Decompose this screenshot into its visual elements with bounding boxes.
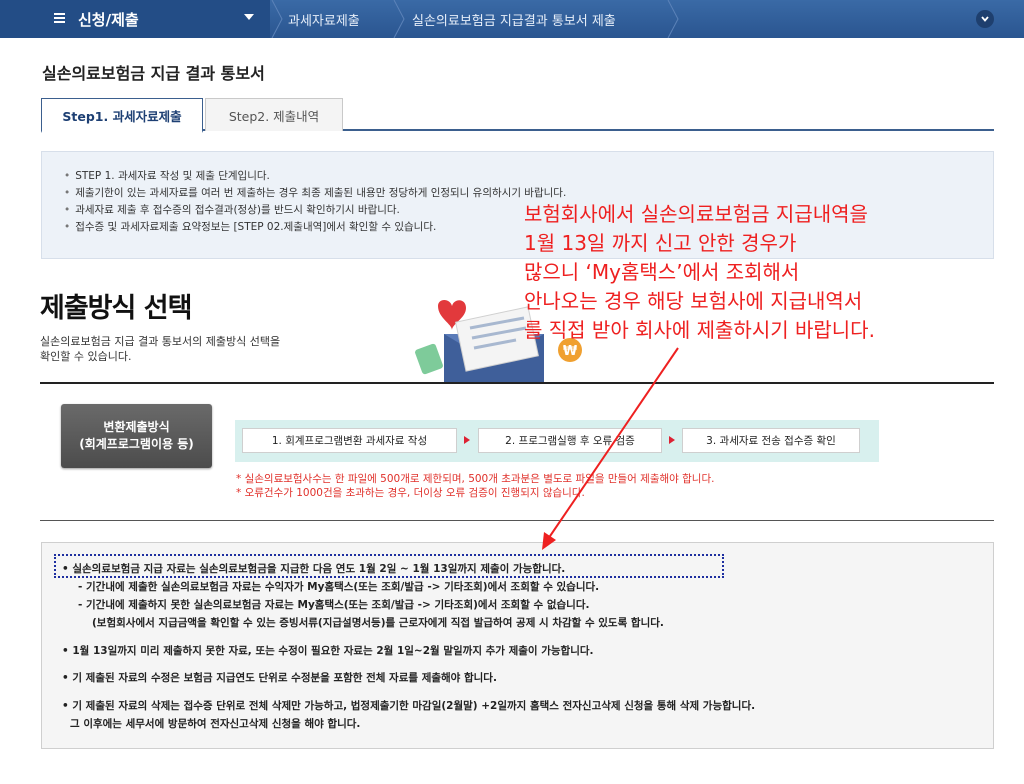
hamburger-icon [54, 13, 65, 24]
notice-line: • 기 제출된 자료의 수정은 보험금 지급연도 단위로 수정분을 포함한 전체… [62, 672, 497, 684]
breadcrumb-separator-icon [271, 0, 283, 38]
annotation-line: 보험회사에서 실손의료보험금 지급내역을 [524, 202, 868, 226]
conversion-submit-label: 변환제출방식 [103, 420, 170, 434]
section-description-line: 확인할 수 있습니다. [40, 350, 132, 363]
step-1: 1. 회계프로그램변환 과세자료 작성 [242, 428, 457, 453]
notice-line: - 기간내에 제출하지 못한 실손의료보험금 자료는 My홈택스(또는 조회/발… [78, 599, 590, 611]
tab-step1[interactable]: Step1. 과세자료제출 [41, 98, 203, 133]
annotation-line: 많으니 ‘My홈택스’에서 조회해서 [524, 260, 800, 284]
menu-title: 신청/제출 [78, 10, 139, 29]
breadcrumb-separator-icon [393, 0, 405, 38]
step-3: 3. 과세자료 전송 접수증 확인 [682, 428, 860, 453]
notice-line: (보험회사에서 지급금액을 확인할 수 있는 증빙서류(지급설명서등)를 근로자… [92, 617, 664, 629]
info-item: STEP 1. 과세자료 작성 및 제출 단계입니다. [64, 168, 993, 185]
notice-line: • 1월 13일까지 미리 제출하지 못한 자료, 또는 수정이 필요한 자료는… [62, 645, 594, 657]
tab-step2[interactable]: Step2. 제출내역 [205, 98, 343, 131]
notice-line: - 기간내에 제출한 실손의료보험금 자료는 수익자가 My홈택스(또는 조회/… [78, 581, 600, 593]
menu-button[interactable]: 신청/제출 [0, 0, 270, 38]
section-title: 제출방식 선택 [40, 293, 192, 324]
annotation-line: 안나오는 경우 해당 보험사에 지급내역서 [524, 289, 863, 313]
annotation-text: 보험회사에서 실손의료보험금 지급내역을 1월 13일 까지 신고 안한 경우가… [524, 200, 875, 345]
top-navigation-bar: 신청/제출 과세자료제출 실손의료보험금 지급결과 통보서 제출 [0, 0, 1024, 38]
caret-down-icon [244, 14, 254, 20]
expand-button[interactable] [976, 10, 994, 28]
annotation-line: 1월 13일 까지 신고 안한 경우가 [524, 231, 797, 255]
chevron-down-icon [981, 16, 989, 22]
section-description-line: 실손의료보험금 지급 결과 통보서의 제출방식 선택을 [40, 335, 281, 348]
conversion-submit-sublabel: (회계프로그램이용 등) [79, 437, 194, 451]
section-description: 실손의료보험금 지급 결과 통보서의 제출방식 선택을 확인할 수 있습니다. [40, 334, 340, 364]
divider [40, 382, 994, 384]
breadcrumb-item-current[interactable]: 실손의료보험금 지급결과 통보서 제출 [412, 0, 616, 38]
notice-line: 그 이후에는 세무서에 방문하여 전자신고삭제 신청을 해야 합니다. [70, 718, 361, 730]
arrow-right-icon [464, 436, 470, 444]
breadcrumb-item-tax-data[interactable]: 과세자료제출 [288, 0, 360, 38]
page-title: 실손의료보험금 지급 결과 통보서 [42, 64, 265, 83]
divider [40, 520, 994, 521]
conversion-submit-button[interactable]: 변환제출방식 (회계프로그램이용 등) [61, 404, 212, 468]
notice-line: • 기 제출된 자료의 삭제는 접수증 단위로 전체 삭제만 가능하고, 법정제… [62, 700, 756, 712]
annotation-arrow [542, 347, 679, 550]
breadcrumb-separator-icon [667, 0, 679, 38]
step-tabs: Step1. 과세자료제출 Step2. 제출내역 [41, 98, 994, 133]
